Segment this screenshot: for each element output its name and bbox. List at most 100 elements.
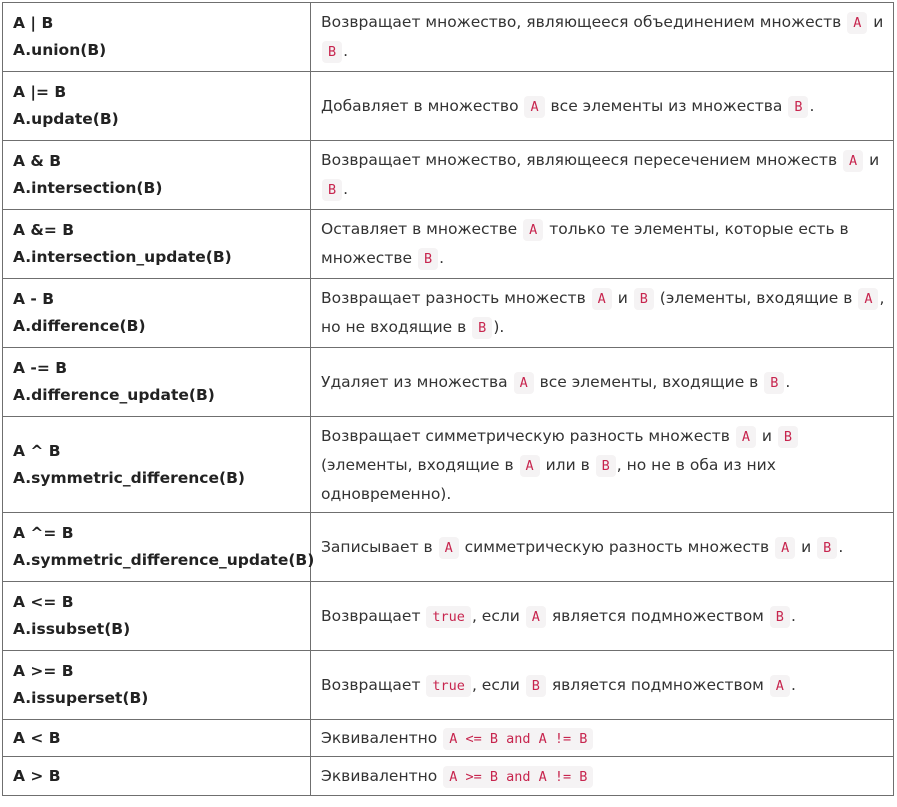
description-line: Возвращает множество, являющееся пересеч… (321, 146, 885, 175)
inline-code: B (777, 425, 799, 448)
description-text: Возвращает симметрическую разность множе… (321, 426, 735, 445)
table-row: A - B A.difference(B) Возвращает разность … (2, 278, 894, 348)
operator-syntax: A <= B (13, 593, 74, 611)
method-syntax: A.issubset(B) (13, 620, 131, 638)
operator-cell: A ^ B A.symmetric_difference(B) (2, 416, 311, 513)
operator-cell: A |= B A.update(B) (2, 71, 311, 141)
description-text: . (790, 606, 796, 625)
description-text: Добавляет в множество (321, 96, 524, 115)
description-text: , но не в оба из них (616, 455, 776, 474)
description-text: Оставляет в множестве (321, 220, 523, 238)
description-text: Возвращает множество, являющееся пересеч… (321, 151, 843, 169)
description-text: или в (540, 455, 595, 474)
inline-code: A (519, 454, 540, 477)
inline-code: B (322, 179, 343, 201)
table-row: A ^ B A.symmetric_difference(B) Возвращает… (2, 416, 894, 513)
description-text: Возвращает (321, 675, 426, 694)
table-row: A &= B A.intersection_update(B) Оставляет … (2, 209, 894, 279)
inline-code: A (843, 150, 864, 172)
description-text: и (756, 426, 777, 445)
inline-code: B (769, 605, 790, 628)
description-cell: Оставляет в множестве A только те элемен… (310, 209, 894, 279)
description-text: . (343, 42, 349, 60)
operator-cell: A | B A.union(B) (2, 2, 311, 72)
operator-cell: A <= B A.issubset(B) (2, 581, 311, 651)
inline-code: A (769, 674, 790, 697)
description-text: ). (493, 318, 505, 336)
description-cell: Добавляет в множество A все элементы из … (310, 71, 894, 141)
operator-syntax: A ^ B (13, 441, 61, 460)
inline-code: B (595, 454, 616, 477)
operator-cell: A &= B A.intersection_update(B) (2, 209, 311, 279)
inline-code: B (322, 41, 343, 63)
description-text: и (612, 289, 633, 307)
description-text: , если (471, 606, 525, 625)
description-text: . (809, 96, 815, 115)
operator-cell: A ^= B A.symmetric_difference_update(B) (2, 512, 314, 582)
operator-syntax: A &= B (13, 221, 75, 239)
operator-syntax: A & B (13, 152, 62, 170)
description-line: Возвращает симметрическую разность множе… (321, 422, 885, 451)
inline-code: A (847, 12, 868, 34)
description-cell: Эквивалентно A >= B and A != B (310, 756, 894, 796)
inline-code: B (633, 288, 654, 310)
operator-syntax: A > B (13, 766, 61, 785)
method-syntax: A.difference(B) (13, 317, 146, 335)
description-line: B. (321, 37, 885, 66)
operator-cell: A < B (2, 719, 311, 757)
description-text: все элементы, входящие в (534, 372, 764, 391)
inline-code: B (817, 536, 838, 559)
description-text: Возвращает (321, 606, 426, 625)
method-syntax: A.intersection(B) (13, 179, 163, 197)
description-cell: Возвращает множество, являющееся объедин… (310, 2, 894, 72)
description-line: (элементы, входящие в A или в B, но не в… (321, 451, 885, 480)
description-text: Возвращает множество, являющееся объедин… (321, 13, 847, 31)
table-row: A -= B A.difference_update(B) Удаляет из м… (2, 347, 894, 417)
operator-cell: A >= B A.issuperset(B) (2, 650, 311, 720)
table-row: A > B Эквивалентно A >= B and A != B (2, 756, 894, 796)
description-line: Эквивалентно A <= B and A != B (321, 724, 885, 753)
method-syntax: A.intersection_update(B) (13, 248, 232, 266)
inline-code: A (858, 288, 879, 310)
table-row: A < B Эквивалентно A <= B and A != B (2, 719, 894, 757)
table-body: A | B A.union(B) Возвращает множество, явл… (2, 2, 894, 796)
description-cell: Удаляет из множества A все элементы, вхо… (310, 347, 894, 417)
inline-code: B (525, 674, 546, 697)
operator-syntax: A ^= B (13, 524, 74, 542)
inline-code: B (417, 248, 439, 270)
inline-code: A (591, 288, 612, 310)
table-row: A | B A.union(B) Возвращает множество, явл… (2, 2, 894, 72)
operator-syntax: A -= B (13, 359, 68, 377)
operator-cell: A & B A.intersection(B) (2, 140, 311, 210)
inline-code: A (524, 95, 545, 118)
description-text: является подмножеством (546, 675, 769, 694)
description-line: Возвращает множество, являющееся объедин… (321, 8, 885, 37)
description-text: (элементы, входящие в (654, 289, 858, 307)
description-text: . (790, 675, 796, 694)
description-line: множестве B. (321, 244, 885, 273)
table-row: A |= B A.update(B) Добавляет в множество A… (2, 71, 894, 141)
operator-syntax: A >= B (13, 662, 74, 680)
description-line: но не входящие в B). (321, 313, 885, 342)
method-syntax: A.issuperset(B) (13, 689, 149, 707)
description-cell: Эквивалентно A <= B and A != B (310, 719, 894, 757)
table-row: A & B A.intersection(B) Возвращает множест… (2, 140, 894, 210)
description-text: Записывает в (321, 537, 438, 556)
description-text: (элементы, входящие в (321, 455, 519, 474)
description-text: , (879, 289, 885, 307)
inline-code: A (735, 425, 756, 448)
description-line: Возвращает true, если A является подмнож… (321, 602, 885, 631)
table-row: A ^= B A.symmetric_difference_update(B) За… (2, 512, 894, 582)
description-text: является подмножеством (546, 606, 769, 625)
description-cell: Возвращает true, если B является подмнож… (310, 650, 894, 720)
description-line: Добавляет в множество A все элементы из … (321, 92, 885, 121)
description-text: Эквивалентно (321, 728, 443, 747)
inline-code: A (775, 536, 796, 559)
description-line: Возвращает разность множеств A и B (элем… (321, 284, 885, 313)
description-line: Удаляет из множества A все элементы, вхо… (321, 368, 885, 397)
method-syntax: A.union(B) (13, 41, 107, 59)
description-cell: Возвращает множество, являющееся пересеч… (310, 140, 894, 210)
description-text: все элементы из множества (545, 96, 788, 115)
description-text: Возвращает разность множеств (321, 289, 591, 307)
inline-code: A (525, 605, 546, 628)
